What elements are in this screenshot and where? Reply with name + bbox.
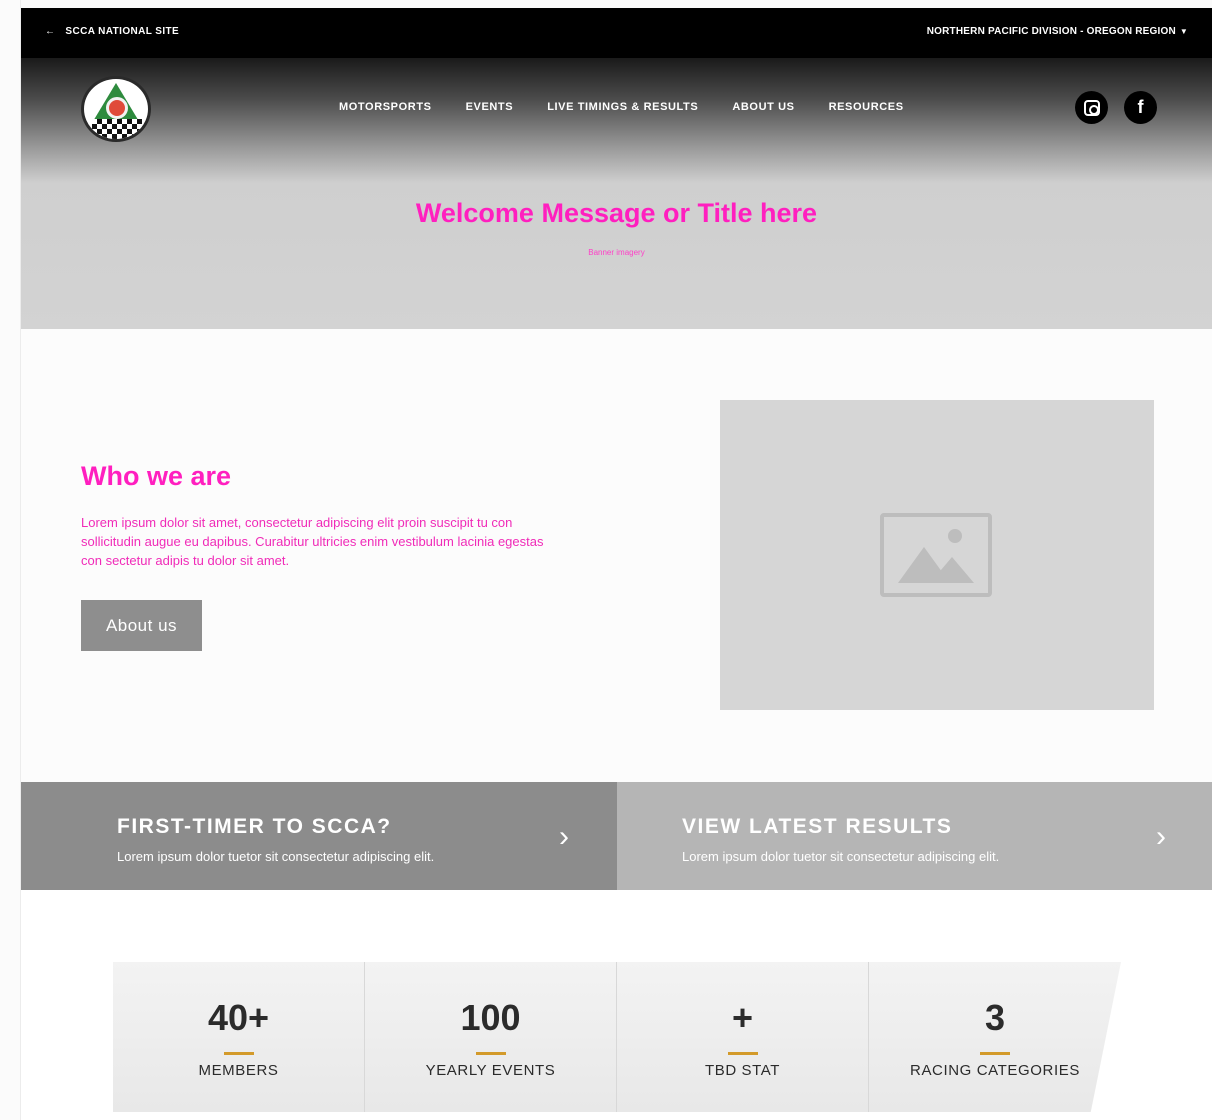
instagram-icon[interactable]	[1075, 91, 1108, 124]
about-us-button[interactable]: About us	[81, 600, 202, 651]
main-nav: MOTORSPORTS EVENTS LIVE TIMINGS & RESULT…	[339, 101, 904, 113]
stat-label: YEARLY EVENTS	[425, 1062, 556, 1079]
latest-results-heading: VIEW LATEST RESULTS	[682, 815, 953, 838]
stat-value: 40+	[207, 997, 270, 1038]
stat-underline	[727, 1052, 758, 1055]
stat-underline	[475, 1052, 506, 1055]
first-timer-heading: FIRST-TIMER TO SCCA?	[117, 815, 392, 838]
stat-racing-categories: 3 RACING CATEGORIES	[869, 962, 1121, 1112]
chevron-right-icon: ›	[559, 820, 569, 853]
stat-underline	[223, 1052, 254, 1055]
page: ← SCCA NATIONAL SITE NORTHERN PACIFIC DI…	[0, 0, 1212, 1120]
left-gutter	[0, 0, 21, 1120]
stat-value: +	[731, 997, 754, 1038]
stats-panel: 40+ MEMBERS 100 YEARLY EVENTS + TBD STAT…	[113, 962, 1121, 1112]
top-bar: ← SCCA NATIONAL SITE NORTHERN PACIFIC DI…	[21, 8, 1212, 58]
stats-section: 40+ MEMBERS 100 YEARLY EVENTS + TBD STAT…	[21, 890, 1212, 1120]
region-label: NORTHERN PACIFIC DIVISION - OREGON REGIO…	[926, 26, 1176, 37]
stat-label: MEMBERS	[198, 1062, 279, 1079]
hero-subtitle: Banner imagery	[588, 248, 645, 257]
stat-yearly-events: 100 YEARLY EVENTS	[365, 962, 617, 1112]
region-selector[interactable]: NORTHERN PACIFIC DIVISION - OREGON REGIO…	[927, 26, 1188, 37]
stat-label: TBD STAT	[704, 1062, 781, 1079]
chevron-right-icon: ›	[1156, 820, 1166, 853]
stat-underline	[980, 1052, 1010, 1055]
facebook-icon[interactable]: f	[1124, 91, 1157, 124]
nav-item-events[interactable]: EVENTS	[466, 101, 514, 113]
latest-results-cta[interactable]: VIEW LATEST RESULTS Lorem ipsum dolor tu…	[617, 782, 1212, 890]
nav-item-resources[interactable]: RESOURCES	[829, 101, 904, 113]
stat-value: 100	[460, 997, 521, 1038]
hero-banner: MOTORSPORTS EVENTS LIVE TIMINGS & RESULT…	[21, 58, 1212, 329]
who-we-are-heading: Who we are	[81, 461, 232, 491]
stat-value: 3	[984, 997, 1006, 1038]
first-timer-text: Lorem ipsum dolor tuetor sit consectetur…	[117, 849, 435, 864]
logo-checkered-flag	[92, 119, 142, 139]
scca-oregon-logo[interactable]	[81, 76, 151, 142]
image-placeholder	[720, 400, 1154, 710]
nav-item-live-timings-results[interactable]: LIVE TIMINGS & RESULTS	[547, 101, 698, 113]
image-icon	[880, 513, 992, 597]
website: ← SCCA NATIONAL SITE NORTHERN PACIFIC DI…	[21, 8, 1212, 1120]
caret-down-icon: ▼	[1179, 27, 1188, 36]
scca-national-site-label: SCCA NATIONAL SITE	[65, 26, 180, 37]
who-we-are-section: Who we are Lorem ipsum dolor sit amet, c…	[21, 329, 1212, 782]
stat-members: 40+ MEMBERS	[113, 962, 365, 1112]
who-we-are-text: Lorem ipsum dolor sit amet, consectetur …	[81, 515, 544, 568]
logo-ring	[106, 97, 128, 119]
stat-label: RACING CATEGORIES	[910, 1062, 1080, 1079]
scca-national-site-link[interactable]: ← SCCA NATIONAL SITE	[45, 26, 179, 37]
stat-tbd: + TBD STAT	[617, 962, 869, 1112]
social-links: f	[1075, 91, 1157, 124]
hero-title: Welcome Message or Title here	[415, 198, 818, 228]
back-arrow-icon: ←	[45, 26, 56, 37]
latest-results-text: Lorem ipsum dolor tuetor sit consectetur…	[682, 849, 1000, 864]
first-timer-cta[interactable]: FIRST-TIMER TO SCCA? Lorem ipsum dolor t…	[21, 782, 617, 890]
nav-item-motorsports[interactable]: MOTORSPORTS	[339, 101, 432, 113]
nav-item-about-us[interactable]: ABOUT US	[732, 101, 794, 113]
